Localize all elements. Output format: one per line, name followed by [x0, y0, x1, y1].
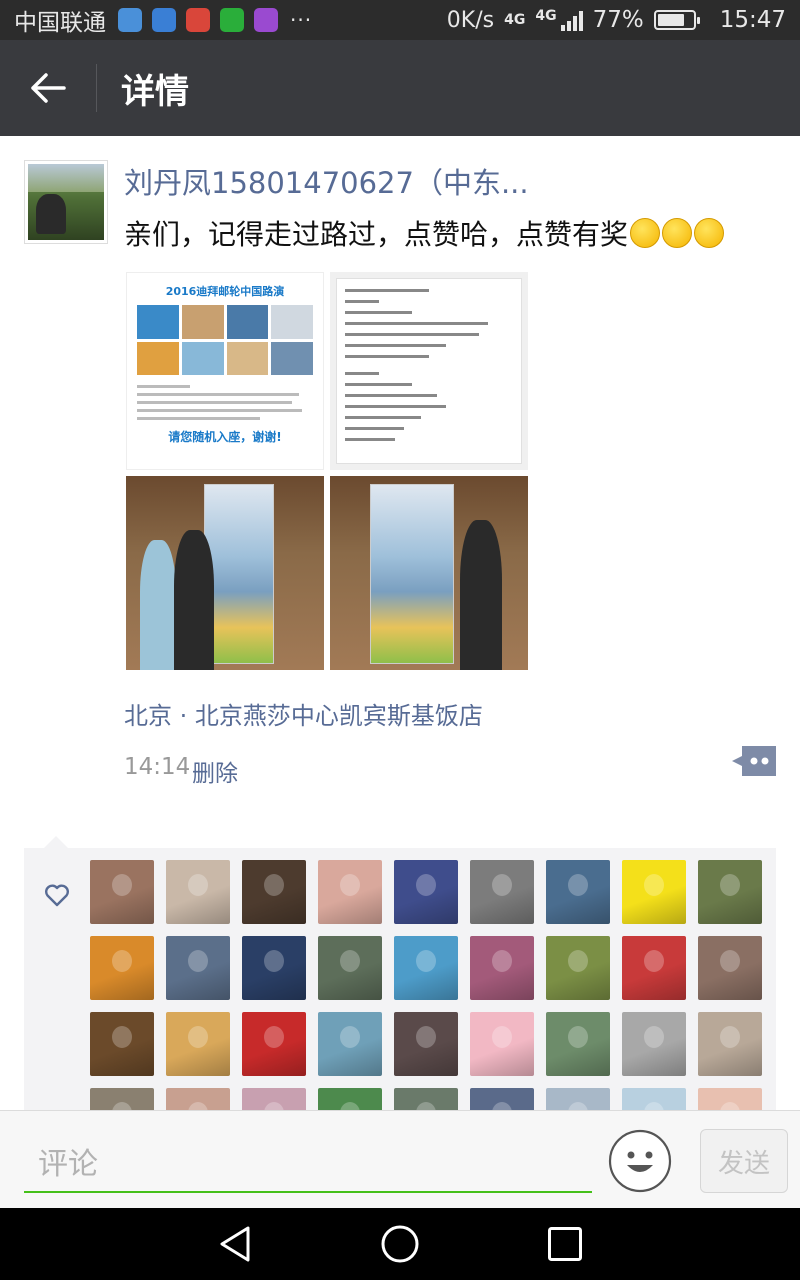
author-avatar-image — [28, 164, 104, 240]
back-arrow-icon — [31, 73, 66, 103]
liker-avatar[interactable] — [90, 860, 154, 924]
notification-icons — [118, 8, 278, 32]
battery-level — [657, 14, 684, 26]
action-bar: 详情 — [0, 40, 800, 136]
signal-icon — [560, 9, 583, 31]
sms-screenshot — [336, 278, 522, 464]
liker-avatar[interactable] — [242, 936, 306, 1000]
person-figure — [460, 520, 502, 670]
likes-panel — [24, 848, 776, 1118]
liker-avatar[interactable] — [470, 936, 534, 1000]
liker-avatar[interactable] — [698, 1012, 762, 1076]
comment-bar: 发送 — [0, 1110, 800, 1208]
liker-avatar[interactable] — [318, 860, 382, 924]
liker-avatar[interactable] — [546, 860, 610, 924]
status-right: 0K/s 4G 4G 77% 15:47 — [447, 7, 786, 33]
liker-avatar[interactable] — [698, 860, 762, 924]
person-figure — [140, 540, 176, 670]
liker-avatars — [90, 860, 762, 1118]
liker-avatar[interactable] — [90, 1012, 154, 1076]
heart-icon — [45, 884, 69, 907]
flyer-cta: 请您随机入座，谢谢! — [168, 430, 282, 444]
post-text-body: 亲们，记得走过路过，点赞哈，点赞有奖 — [124, 218, 629, 251]
liker-avatar[interactable] — [166, 1012, 230, 1076]
status-bar: 中国联通 ··· 0K/s 4G 4G 77% 15:47 — [0, 0, 800, 40]
carrier-name: 中国联通 — [14, 10, 106, 36]
liker-avatar[interactable] — [166, 936, 230, 1000]
weather-app-icon — [118, 8, 142, 32]
page-title: 详情 — [121, 71, 189, 112]
post-text: 亲们，记得走过路过，点赞哈，点赞有奖 — [124, 213, 784, 253]
liker-avatar[interactable] — [622, 936, 686, 1000]
thinking-emoji-icon — [694, 218, 725, 248]
header-divider — [96, 64, 97, 112]
liker-avatar[interactable] — [166, 860, 230, 924]
system-nav-bar — [0, 1208, 800, 1280]
network-type-2: 4G — [535, 8, 557, 24]
battery-icon — [653, 10, 700, 30]
post-photo-flyer[interactable]: 2016迪拜邮轮中国路演 请您随机入座，谢谢! — [126, 272, 324, 470]
flyer-title: 2016迪拜邮轮中国路演 — [165, 285, 285, 298]
more-notifications-icon: ··· — [290, 8, 313, 32]
thinking-emoji-icon — [662, 218, 693, 248]
network-speed: 0K/s — [446, 7, 495, 33]
smiley-face-icon — [608, 1129, 672, 1193]
comment-dots-icon — [732, 746, 776, 776]
back-button[interactable] — [0, 40, 96, 136]
nav-recents-button[interactable] — [483, 1208, 648, 1280]
flyer-body-text — [137, 385, 313, 420]
nav-recents-icon — [548, 1227, 582, 1261]
liker-avatar[interactable] — [698, 936, 762, 1000]
emoji-button[interactable] — [608, 1129, 672, 1193]
liker-avatar[interactable] — [394, 936, 458, 1000]
liker-avatar[interactable] — [242, 860, 306, 924]
comment-input[interactable] — [24, 1137, 592, 1193]
send-button[interactable]: 发送 — [700, 1129, 788, 1193]
post-photo-sms[interactable] — [330, 272, 528, 470]
liker-avatar[interactable] — [622, 1012, 686, 1076]
nav-back-icon — [220, 1226, 250, 1262]
clock: 15:47 — [719, 7, 786, 33]
delete-button[interactable]: 删除 — [192, 754, 238, 788]
liker-avatar[interactable] — [318, 936, 382, 1000]
liker-avatar[interactable] — [470, 1012, 534, 1076]
liker-avatar[interactable] — [394, 860, 458, 924]
liker-avatar[interactable] — [394, 1012, 458, 1076]
event-banner — [204, 484, 274, 664]
flyer-thumbnails — [137, 305, 313, 375]
moments-detail-page: 中国联通 ··· 0K/s 4G 4G 77% 15:47 详情 刘丹凤1580… — [0, 0, 800, 1280]
nav-home-button[interactable] — [318, 1208, 483, 1280]
event-banner — [370, 484, 454, 664]
post-photo-event-1[interactable] — [126, 476, 324, 670]
liker-avatar[interactable] — [546, 1012, 610, 1076]
liker-avatar[interactable] — [318, 1012, 382, 1076]
nav-back-button[interactable] — [153, 1208, 318, 1280]
author-avatar[interactable] — [24, 160, 108, 244]
network-type-1: 4G — [504, 12, 526, 28]
liker-avatar[interactable] — [622, 860, 686, 924]
likes-panel-arrow — [44, 836, 68, 848]
person-figure — [174, 530, 214, 670]
liker-avatar[interactable] — [470, 860, 534, 924]
nav-home-icon — [381, 1225, 419, 1263]
liker-avatar[interactable] — [90, 936, 154, 1000]
thinking-emoji-icon — [630, 218, 661, 248]
gallery-app-icon — [254, 8, 278, 32]
comment-action-button[interactable] — [732, 746, 776, 776]
author-name[interactable]: 刘丹凤15801470627（中东... — [124, 160, 764, 202]
wechat-app-icon — [220, 8, 244, 32]
post-location[interactable]: 北京 · 北京燕莎中心凯宾斯基饭店 — [124, 696, 483, 731]
liker-avatar[interactable] — [546, 936, 610, 1000]
qq-app-icon — [152, 8, 176, 32]
liker-avatar[interactable] — [242, 1012, 306, 1076]
post-photo-event-2[interactable] — [330, 476, 528, 670]
post-time: 14:14 — [124, 754, 191, 780]
missed-call-icon — [186, 8, 210, 32]
post-photo-grid: 2016迪拜邮轮中国路演 请您随机入座，谢谢! — [126, 272, 528, 672]
battery-percent: 77% — [592, 7, 644, 33]
